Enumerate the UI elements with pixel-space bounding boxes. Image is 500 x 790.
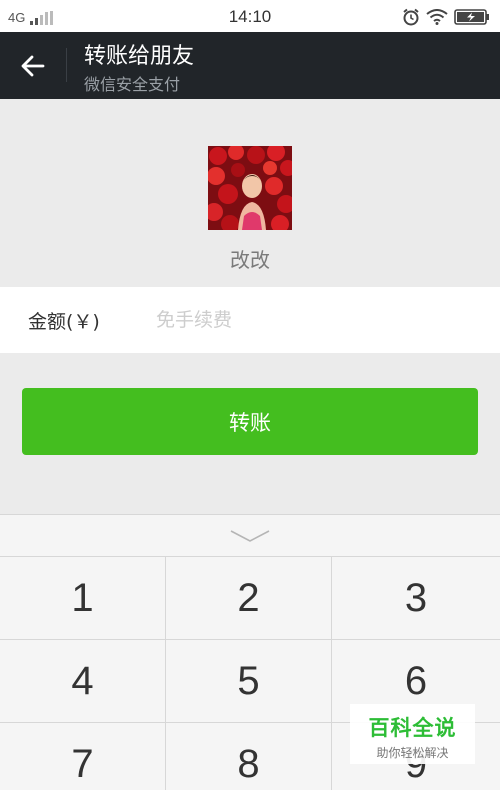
battery-charging-icon: [454, 9, 489, 25]
key-3[interactable]: 3: [332, 557, 500, 640]
watermark-logo: 百科全说 助你轻松解决: [350, 704, 475, 764]
watermark-subtitle: 助你轻松解决: [376, 746, 449, 760]
keypad-collapse-button[interactable]: [0, 515, 500, 557]
page-title: 转账给朋友: [84, 44, 195, 69]
title-divider: [66, 48, 67, 82]
page-subtitle: 微信安全支付: [84, 75, 181, 94]
key-2[interactable]: 2: [166, 557, 332, 640]
key-1[interactable]: 1: [0, 557, 166, 640]
status-bar: 4G 14:10: [0, 0, 500, 32]
status-icons: [402, 7, 490, 27]
watermark-title: 百科全说: [368, 716, 457, 740]
avatar-image: [208, 146, 292, 230]
key-7[interactable]: 7: [0, 723, 166, 790]
amount-label: 金额(￥): [28, 311, 100, 333]
key-5[interactable]: 5: [166, 640, 332, 723]
title-bar: 转账给朋友 微信安全支付: [0, 32, 500, 99]
amount-row: 金额(￥): [0, 287, 500, 353]
key-8[interactable]: 8: [166, 723, 332, 790]
recipient-name: 改改: [230, 248, 270, 272]
recipient-avatar: [208, 146, 292, 230]
back-button[interactable]: [12, 45, 54, 87]
key-4[interactable]: 4: [0, 640, 166, 723]
arrow-left-icon: [21, 55, 45, 77]
transfer-button[interactable]: 转账: [22, 388, 478, 455]
wifi-icon: [426, 9, 448, 25]
chevron-down-icon: [230, 529, 270, 542]
amount-input[interactable]: [150, 299, 480, 341]
alarm-clock-icon: [403, 8, 419, 26]
